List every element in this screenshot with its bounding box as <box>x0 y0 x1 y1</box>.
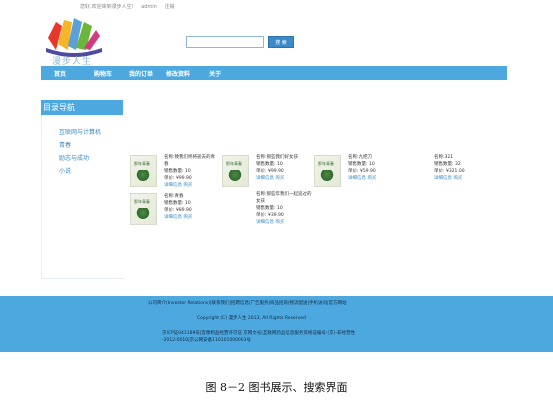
price-label: 单价: <box>164 176 175 181</box>
book-item: 名称:致我们终将逝去的青春 销售数量: 10 单价: ¥99.90 详细信息 购… <box>164 154 219 189</box>
book-item: 名称:青春 销售数量: 10 单价: ¥89.90 详细信息 购买 <box>164 193 219 221</box>
book-cover[interactable]: 那年青春 <box>130 193 157 225</box>
search-bar: 搜 索 <box>186 36 294 48</box>
book-item: 名称:那些年我们一起追过的女孩 销售数量: 10 单价: ¥39.90 详细信息… <box>256 191 314 226</box>
book-price: ¥99.90 <box>175 176 192 181</box>
detail-link[interactable]: 详细信息 <box>434 176 452 181</box>
tree-icon <box>227 170 243 182</box>
book-sales: 10 <box>368 162 375 167</box>
book-cover[interactable]: 那年青春 <box>314 155 341 187</box>
cover-title: 那年青春 <box>226 161 242 166</box>
price-label: 单价: <box>256 213 267 218</box>
footer-copyright: Copyright (C) 漫步人生 2013, All Rights Rese… <box>197 316 306 321</box>
book-name: 九把刀 <box>358 155 373 160</box>
tree-icon <box>135 208 151 220</box>
sales-label: 销售数量: <box>256 206 276 211</box>
price-label: 单价: <box>256 169 267 174</box>
cover-title: 那年青春 <box>134 199 150 204</box>
name-label: 名称: <box>256 192 267 197</box>
price-label: 单价: <box>434 169 445 174</box>
book-item: 名称:九把刀 销售数量: 10 单价: ¥59.90 详细信息 购买 <box>348 154 403 182</box>
tree-icon <box>135 170 151 182</box>
book-price: ¥89.90 <box>175 208 192 213</box>
book-price: ¥39.90 <box>267 213 284 218</box>
buy-link[interactable]: 购买 <box>275 176 284 181</box>
buy-link[interactable]: 购买 <box>453 176 462 181</box>
price-label: 单价: <box>164 208 175 213</box>
book-name: 那些我们好女孩 <box>266 155 299 160</box>
detail-link[interactable]: 详细信息 <box>256 220 274 225</box>
book-sales: 10 <box>184 169 191 174</box>
category-youth[interactable]: 青春 <box>59 140 71 149</box>
book-name: 321 <box>444 155 454 160</box>
detail-link[interactable]: 详细信息 <box>164 183 182 188</box>
name-label: 名称: <box>164 155 175 160</box>
buy-link[interactable]: 购买 <box>275 220 284 225</box>
nav-profile[interactable]: 修改资料 <box>166 69 190 78</box>
cover-title: 那年青春 <box>318 161 334 166</box>
category-internet[interactable]: 互联网与计算机 <box>59 127 101 136</box>
book-item: 名称:那些我们好女孩 销售数量: 10 单价: ¥99.90 详细信息 购买 <box>256 154 311 182</box>
nav-orders[interactable]: 我的订单 <box>129 69 153 78</box>
name-label: 名称: <box>164 194 175 199</box>
sales-label: 销售数量: <box>256 162 276 167</box>
nav-about[interactable]: 关于 <box>209 69 221 78</box>
book-price: ¥99.90 <box>267 169 284 174</box>
main-nav: 首页 购物车 我的订单 修改资料 关于 <box>41 66 507 80</box>
book-cover[interactable]: 那年青春 <box>130 155 157 187</box>
detail-link[interactable]: 详细信息 <box>164 215 182 220</box>
footer-license: 京ICP证041189号|音像制品经营许可证 京网文号|互联网药品信息服务资格证… <box>162 331 355 336</box>
name-label: 名称: <box>434 155 445 160</box>
footer: 公司简介(Investor Relations)|联系我们|招聘信息|广告服务|… <box>0 296 553 352</box>
nav-cart[interactable]: 购物车 <box>94 69 112 78</box>
book-sales: 10 <box>276 206 283 211</box>
footer-links[interactable]: 公司简介(Investor Relations)|联系我们|招聘信息|广告服务|… <box>148 300 347 306</box>
book-name: 青春 <box>174 194 184 199</box>
search-button[interactable]: 搜 索 <box>268 36 294 48</box>
name-label: 名称: <box>348 155 359 160</box>
tree-icon <box>319 170 335 182</box>
buy-link[interactable]: 购买 <box>367 176 376 181</box>
detail-link[interactable]: 详细信息 <box>256 176 274 181</box>
sales-label: 销售数量: <box>164 169 184 174</box>
book-item: 名称:321 销售数量: 32 单价: ¥321.00 详细信息 购买 <box>434 154 489 182</box>
username-link[interactable]: admin <box>141 4 157 10</box>
figure-caption: 图 8－2 图书展示、搜索界面 <box>205 381 348 394</box>
sidebar-title: 目录导航 <box>41 100 123 115</box>
logout-link[interactable]: 注销 <box>164 4 174 10</box>
sales-label: 销售数量: <box>164 201 184 206</box>
category-novel[interactable]: 小说 <box>59 166 71 175</box>
price-label: 单价: <box>348 169 359 174</box>
book-cover[interactable]: 那年青春 <box>222 155 249 187</box>
footer-license-2: -2012-0010|京公网安备110101000003号 <box>162 338 252 343</box>
top-bar: 您好,欢迎来到漫步人生! admin 注销 <box>80 3 180 10</box>
buy-link[interactable]: 购买 <box>183 183 192 188</box>
sales-label: 销售数量: <box>348 162 368 167</box>
sidebar-panel <box>41 115 124 279</box>
cover-title: 那年青春 <box>134 161 150 166</box>
book-sales: 32 <box>454 162 461 167</box>
book-sales: 10 <box>276 162 283 167</box>
welcome-text: 您好,欢迎来到漫步人生! <box>80 4 134 10</box>
search-input[interactable] <box>186 36 264 48</box>
buy-link[interactable]: 购买 <box>183 215 192 220</box>
name-label: 名称: <box>256 155 267 160</box>
book-price: ¥59.90 <box>359 169 376 174</box>
detail-link[interactable]: 详细信息 <box>348 176 366 181</box>
book-price: ¥321.00 <box>445 169 465 174</box>
book-sales: 10 <box>184 201 191 206</box>
sales-label: 销售数量: <box>434 162 454 167</box>
nav-home[interactable]: 首页 <box>54 69 66 78</box>
category-inspiration[interactable]: 励志与成功 <box>59 153 89 162</box>
